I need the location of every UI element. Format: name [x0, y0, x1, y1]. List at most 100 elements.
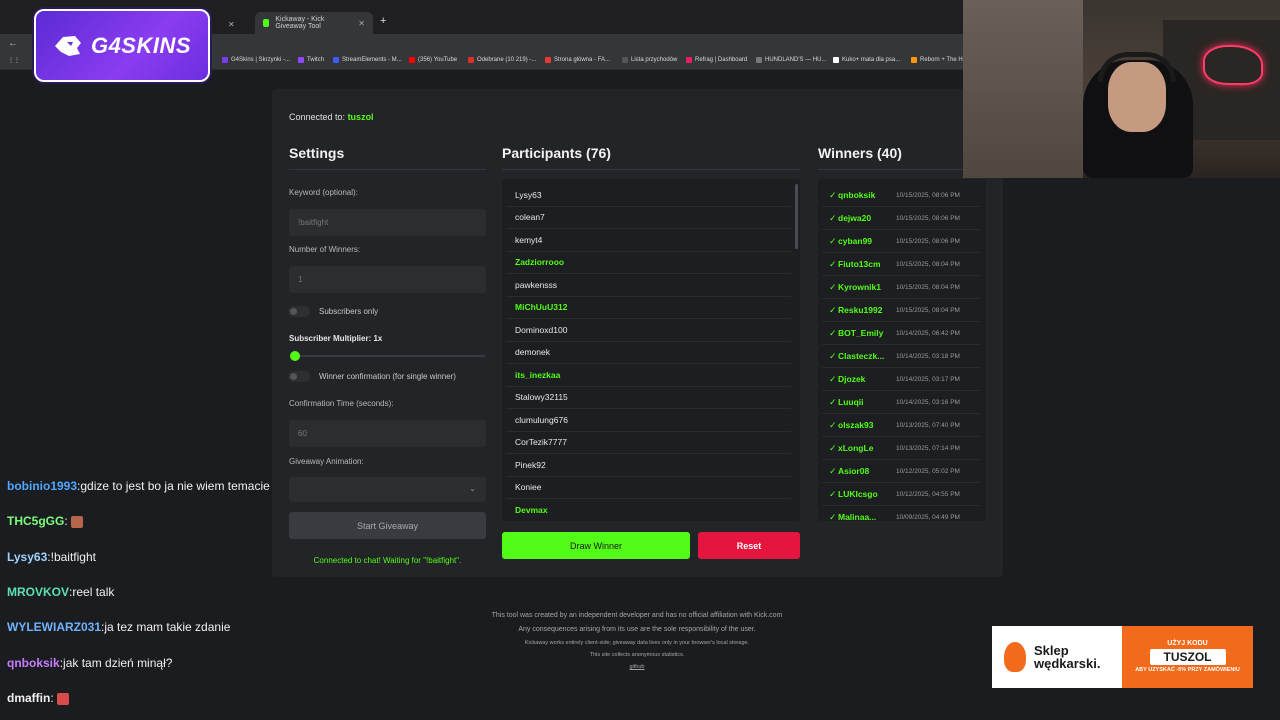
- participant-row: Dominoxd100: [506, 319, 791, 342]
- winner-name: BOT_Emily: [838, 328, 884, 338]
- winner-timestamp: 10/15/2025, 08:06 PM: [896, 214, 960, 222]
- winners-list[interactable]: ✓ qnboksik 10/15/2025, 08:06 PM ✓ dejwa20 10/…: [818, 179, 986, 521]
- tab-previous-close[interactable]: ✕: [220, 14, 243, 34]
- winner-timestamp: 10/12/2025, 05:02 PM: [896, 467, 960, 475]
- bookmark-item[interactable]: Lista przychodów: [622, 57, 677, 63]
- chat-separator: :: [50, 691, 54, 705]
- participant-row: MiChUuU312: [506, 297, 791, 319]
- bookmark-label: Twitch: [307, 57, 325, 63]
- check-icon: ✓: [829, 511, 837, 522]
- github-link[interactable]: github: [437, 664, 837, 670]
- participant-row: Pinek92: [506, 454, 791, 477]
- bookmark-item[interactable]: G4Skins | Skrzynki -...: [222, 57, 290, 63]
- winner-confirmation-toggle[interactable]: [288, 371, 310, 382]
- bookmark-label: Strona główna - FA...: [554, 57, 611, 63]
- participant-row: kemyt4: [506, 229, 791, 252]
- bookmark-item[interactable]: Strona główna - FA...: [545, 57, 610, 63]
- participant-row: clumulung676: [506, 409, 791, 432]
- subscribers-only-toggle[interactable]: [288, 306, 310, 317]
- fish-logo-icon: [1004, 642, 1026, 672]
- winner-timestamp: 10/13/2025, 07:14 PM: [896, 444, 960, 452]
- participants-scrollbar[interactable]: [795, 184, 798, 249]
- sponsor-brand: Sklep wędkarski.: [992, 626, 1122, 688]
- sponsor-note: ABY UZYSKAĆ -5% PRZY ZAMÓWIENIU: [1135, 667, 1240, 673]
- winner-name: olszak93: [838, 420, 874, 430]
- bookmark-item[interactable]: Reborn + The Ho: [911, 57, 966, 63]
- draw-winner-button[interactable]: Draw Winner: [502, 532, 690, 559]
- start-giveaway-button[interactable]: Start Giveaway: [289, 512, 486, 539]
- bookmark-item[interactable]: Refrag | Dashboard: [686, 57, 747, 63]
- bookmark-label: Refrag | Dashboard: [695, 57, 748, 63]
- bookmark-item[interactable]: StreamElements - M...: [333, 57, 402, 63]
- chat-message: MROVKOV:reel talk: [7, 585, 114, 599]
- tab-kickaway[interactable]: Kickaway - Kick Giveaway Tool ✕: [255, 12, 373, 34]
- reset-button[interactable]: Reset: [698, 532, 800, 559]
- winner-name: Fiuto13cm: [838, 259, 881, 269]
- winner-timestamp: 10/14/2025, 06:42 PM: [896, 329, 960, 337]
- bookmark-item[interactable]: (356) YouTube: [409, 57, 457, 63]
- chat-username: WYLEWIARZ031: [7, 620, 102, 634]
- bookmark-item[interactable]: Odebrane (10 219) -...: [468, 57, 536, 63]
- winners-count-label: Number of Winners:: [289, 245, 361, 254]
- bookmark-label: HUNDLAND'S — HU...: [765, 57, 827, 63]
- bookmark-item[interactable]: Kuko+ mata dla psa...: [833, 57, 900, 63]
- participant-row: Lysy63: [506, 184, 791, 207]
- winner-name: Kyrownik1: [838, 282, 881, 292]
- chat-username: THC5gGG: [7, 514, 65, 528]
- participants-list[interactable]: Lysy63 colean7 kemyt4 Zadziorrooo pawkensss M…: [502, 179, 800, 521]
- close-icon[interactable]: ✕: [228, 20, 235, 29]
- participant-row: Devmax: [506, 499, 791, 521]
- participant-row: pawkensss: [506, 274, 791, 297]
- winner-name: LUKIcsgo: [838, 489, 878, 499]
- check-icon: ✓: [829, 488, 837, 499]
- multiplier-slider-thumb[interactable]: [290, 351, 300, 361]
- winner-timestamp: 10/13/2025, 07:40 PM: [896, 421, 960, 429]
- footer-storage-note: Kickaway works entirely client-side; giv…: [524, 640, 750, 646]
- connection-prefix: Connected to:: [289, 112, 346, 122]
- settings-title: Settings: [289, 145, 345, 161]
- winner-name: Luuqii: [838, 397, 864, 407]
- participant-row: Zadziorrooo: [506, 252, 791, 274]
- keyword-input[interactable]: !baitfight: [289, 209, 486, 236]
- winner-name: cyban99: [838, 236, 873, 246]
- winner-row: ✓ LUKIcsgo 10/12/2025, 04:55 PM: [822, 483, 980, 506]
- bookmark-item[interactable]: Twitch: [298, 57, 324, 63]
- winner-timestamp: 10/14/2025, 03:18 PM: [896, 352, 960, 360]
- chat-username: bobinio1993: [7, 479, 78, 493]
- winner-timestamp: 10/14/2025, 03:17 PM: [896, 375, 960, 383]
- confirmation-time-input[interactable]: 60: [289, 420, 486, 447]
- bookmark-favicon-icon: [545, 57, 551, 63]
- winner-row: ✓ Djozek 10/14/2025, 03:17 PM: [822, 368, 980, 391]
- chat-status-text: Connected to chat! Waiting for "!baitfig…: [313, 556, 462, 565]
- emote-icon: [56, 692, 69, 705]
- close-icon[interactable]: ✕: [358, 19, 365, 28]
- chat-message: bobinio1993:gdize to jest bo ja nie wiem…: [7, 479, 270, 493]
- winner-row: ✓ Luuqii 10/14/2025, 03:16 PM: [822, 391, 980, 414]
- chat-username: dmaffin: [7, 691, 51, 705]
- multiplier-slider-track[interactable]: [295, 355, 485, 357]
- bookmark-label: StreamElements - M...: [342, 57, 402, 63]
- winner-name: Clasteczk...: [838, 351, 885, 361]
- winner-row: ✓ Kyrownik1 10/15/2025, 08:04 PM: [822, 276, 980, 299]
- animation-select[interactable]: ⌄: [289, 477, 486, 502]
- bookmark-favicon-icon: [622, 57, 628, 63]
- divider: [289, 169, 486, 170]
- g4skins-logo: G4SKINS: [34, 9, 210, 82]
- chat-separator: :: [64, 514, 68, 528]
- participants-title: Participants (76): [502, 145, 611, 161]
- tab-label: Kickaway - Kick Giveaway Tool: [275, 16, 325, 30]
- check-icon: ✓: [829, 281, 837, 292]
- winner-row: ✓ Asior08 10/12/2025, 05:02 PM: [822, 460, 980, 483]
- check-icon: ✓: [829, 396, 837, 407]
- sponsor-banner: Sklep wędkarski. UŻYJ KODU TUSZOL ABY UZ…: [992, 626, 1253, 688]
- bookmark-item[interactable]: HUNDLAND'S — HU...: [756, 57, 827, 63]
- sponsor-brand-line2: wędkarski.: [1034, 656, 1101, 671]
- winner-name: qnboksik: [838, 190, 876, 200]
- apps-icon[interactable]: ⋮⋮: [8, 57, 20, 64]
- back-icon[interactable]: ←: [8, 38, 18, 49]
- new-tab-icon[interactable]: +: [380, 15, 386, 27]
- check-icon: ✓: [829, 304, 837, 315]
- winner-row: ✓ dejwa20 10/15/2025, 08:06 PM: [822, 207, 980, 230]
- winners-count-input[interactable]: 1: [289, 266, 486, 293]
- winner-row: ✓ cyban99 10/15/2025, 08:06 PM: [822, 230, 980, 253]
